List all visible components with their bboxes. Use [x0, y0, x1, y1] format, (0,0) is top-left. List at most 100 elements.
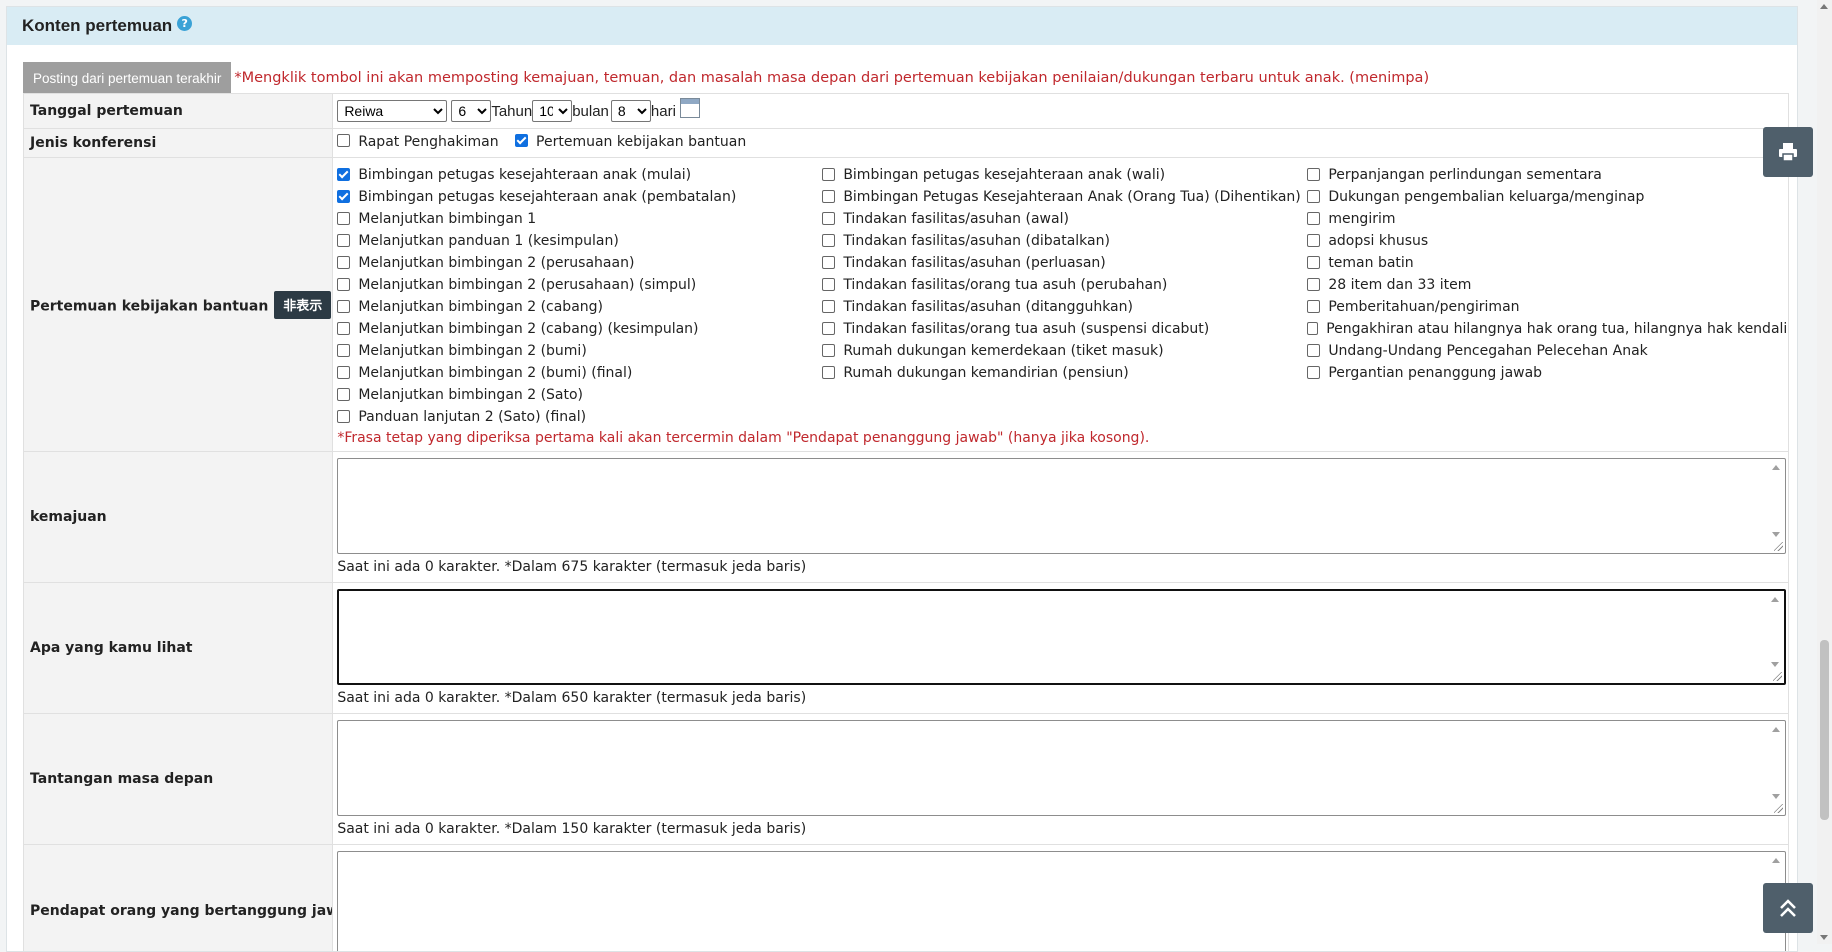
policy-option-label: Melanjutkan bimbingan 2 (cabang): [358, 299, 603, 315]
checkbox[interactable]: [1307, 168, 1320, 181]
policy-option-label: Melanjutkan bimbingan 2 (perusahaan): [358, 255, 634, 271]
checkbox[interactable]: [337, 344, 350, 357]
policy-option[interactable]: adopsi khusus: [1307, 230, 1787, 252]
policy-checkbox-grid: Bimbingan petugas kesejahteraan anak (mu…: [337, 159, 1787, 428]
policy-option[interactable]: Tindakan fasilitas/orang tua asuh (suspe…: [822, 318, 1307, 340]
checkbox[interactable]: [337, 410, 350, 423]
help-icon[interactable]: ?: [177, 16, 192, 31]
checkbox[interactable]: [337, 234, 350, 247]
policy-option[interactable]: 28 item dan 33 item: [1307, 274, 1787, 296]
checkbox[interactable]: [337, 366, 350, 379]
checkbox[interactable]: [1307, 366, 1320, 379]
checkbox[interactable]: [1307, 278, 1320, 291]
checkbox[interactable]: [822, 344, 835, 357]
policy-option[interactable]: Bimbingan petugas kesejahteraan anak (mu…: [337, 164, 822, 186]
checkbox[interactable]: [337, 134, 350, 147]
policy-option[interactable]: Melanjutkan bimbingan 1: [337, 208, 822, 230]
checkbox[interactable]: [1307, 212, 1320, 225]
policy-option[interactable]: Tindakan fasilitas/asuhan (awal): [822, 208, 1307, 230]
checkbox[interactable]: [515, 134, 528, 147]
checkbox[interactable]: [337, 190, 350, 203]
challenges-textarea[interactable]: [337, 720, 1786, 816]
checkbox[interactable]: [337, 300, 350, 313]
scroll-thumb[interactable]: [1820, 640, 1829, 820]
conference-label: Jenis konferensi: [24, 129, 333, 158]
double-chevron-up-icon[interactable]: [1763, 883, 1813, 933]
checkbox[interactable]: [337, 388, 350, 401]
policy-option-label: 28 item dan 33 item: [1328, 277, 1471, 293]
checkbox[interactable]: [337, 278, 350, 291]
checkbox[interactable]: [337, 168, 350, 181]
policy-option[interactable]: Melanjutkan bimbingan 2 (Sato): [337, 384, 822, 406]
checkbox[interactable]: [337, 212, 350, 225]
checkbox[interactable]: [1307, 322, 1318, 335]
year-select[interactable]: 6: [451, 100, 491, 122]
policy-option[interactable]: Melanjutkan bimbingan 2 (bumi) (final): [337, 362, 822, 384]
policy-option[interactable]: Melanjutkan bimbingan 2 (perusahaan): [337, 252, 822, 274]
checkbox[interactable]: [822, 212, 835, 225]
policy-option[interactable]: Bimbingan petugas kesejahteraan anak (wa…: [822, 164, 1307, 186]
page-scrollbar[interactable]: [1817, 0, 1832, 944]
checkbox[interactable]: [1307, 256, 1320, 269]
policy-option[interactable]: Melanjutkan bimbingan 2 (cabang) (kesimp…: [337, 318, 822, 340]
policy-option[interactable]: Rumah dukungan kemandirian (pensiun): [822, 362, 1307, 384]
policy-option[interactable]: Pemberitahuan/pengiriman: [1307, 296, 1787, 318]
policy-option[interactable]: Melanjutkan panduan 1 (kesimpulan): [337, 230, 822, 252]
policy-option-label: Melanjutkan bimbingan 2 (perusahaan) (si…: [358, 277, 696, 293]
checkbox[interactable]: [822, 234, 835, 247]
conference-option-support-policy[interactable]: Pertemuan kebijakan bantuan: [515, 134, 746, 150]
checkbox[interactable]: [822, 322, 835, 335]
policy-option[interactable]: Tindakan fasilitas/orang tua asuh (perub…: [822, 274, 1307, 296]
conference-option-judgment[interactable]: Rapat Penghakiman: [337, 134, 498, 150]
checkbox[interactable]: [822, 300, 835, 313]
policy-option[interactable]: Undang-Undang Pencegahan Pelecehan Anak: [1307, 340, 1787, 362]
findings-textarea[interactable]: [337, 589, 1786, 685]
checkbox[interactable]: [822, 366, 835, 379]
checkbox[interactable]: [1307, 234, 1320, 247]
policy-option[interactable]: Melanjutkan bimbingan 2 (cabang): [337, 296, 822, 318]
calendar-icon[interactable]: [680, 98, 700, 118]
scroll-down-icon[interactable]: [1820, 935, 1828, 940]
policy-option[interactable]: Tindakan fasilitas/asuhan (ditangguhkan): [822, 296, 1307, 318]
policy-option-label: Dukungan pengembalian keluarga/menginap: [1328, 189, 1644, 205]
policy-option[interactable]: Perpanjangan perlindungan sementara: [1307, 164, 1787, 186]
checkbox[interactable]: [1307, 344, 1320, 357]
checkbox[interactable]: [822, 278, 835, 291]
checkbox[interactable]: [822, 256, 835, 269]
policy-option[interactable]: Pengakhiran atau hilangnya hak orang tua…: [1307, 318, 1787, 340]
policy-option[interactable]: Bimbingan petugas kesejahteraan anak (pe…: [337, 186, 822, 208]
month-select[interactable]: 10: [532, 100, 572, 122]
checkbox[interactable]: [822, 168, 835, 181]
findings-row: Apa yang kamu lihat Saat ini ada 0 karak…: [24, 583, 1789, 714]
checkbox[interactable]: [337, 256, 350, 269]
date-row: Tanggal pertemuan Reiwa 6 Tahun 10 bulan…: [24, 94, 1789, 129]
policy-option[interactable]: Tindakan fasilitas/asuhan (dibatalkan): [822, 230, 1307, 252]
checkbox[interactable]: [1307, 300, 1320, 313]
challenges-row: Tantangan masa depan Saat ini ada 0 kara…: [24, 714, 1789, 845]
policy-option[interactable]: Panduan lanjutan 2 (Sato) (final): [337, 406, 822, 428]
policy-label: Pertemuan kebijakan bantuan: [30, 298, 268, 314]
checkbox[interactable]: [337, 322, 350, 335]
progress-textarea[interactable]: [337, 458, 1786, 554]
policy-option[interactable]: Dukungan pengembalian keluarga/menginap: [1307, 186, 1787, 208]
policy-option[interactable]: Pergantian penanggung jawab: [1307, 362, 1787, 384]
post-from-last-meeting-button[interactable]: Posting dari pertemuan terakhir: [23, 62, 231, 94]
policy-option[interactable]: Tindakan fasilitas/asuhan (perluasan): [822, 252, 1307, 274]
policy-option[interactable]: Melanjutkan bimbingan 2 (bumi): [337, 340, 822, 362]
policy-option-label: Rumah dukungan kemandirian (pensiun): [843, 365, 1128, 381]
opinion-textarea[interactable]: [337, 851, 1786, 952]
policy-option[interactable]: Bimbingan Petugas Kesejahteraan Anak (Or…: [822, 186, 1307, 208]
printer-icon[interactable]: [1763, 127, 1813, 177]
checkbox[interactable]: [1307, 190, 1320, 203]
hide-button[interactable]: 非表示: [274, 291, 331, 319]
policy-option[interactable]: teman batin: [1307, 252, 1787, 274]
policy-option-label: mengirim: [1328, 211, 1395, 227]
checkbox[interactable]: [822, 190, 835, 203]
policy-option[interactable]: Melanjutkan bimbingan 2 (perusahaan) (si…: [337, 274, 822, 296]
scroll-up-icon[interactable]: [1820, 4, 1828, 9]
day-select[interactable]: 8: [611, 100, 651, 122]
era-select[interactable]: Reiwa: [337, 100, 447, 122]
policy-option[interactable]: Rumah dukungan kemerdekaan (tiket masuk): [822, 340, 1307, 362]
progress-row: kemajuan Saat ini ada 0 karakter. *Dalam…: [24, 452, 1789, 583]
policy-option[interactable]: mengirim: [1307, 208, 1787, 230]
